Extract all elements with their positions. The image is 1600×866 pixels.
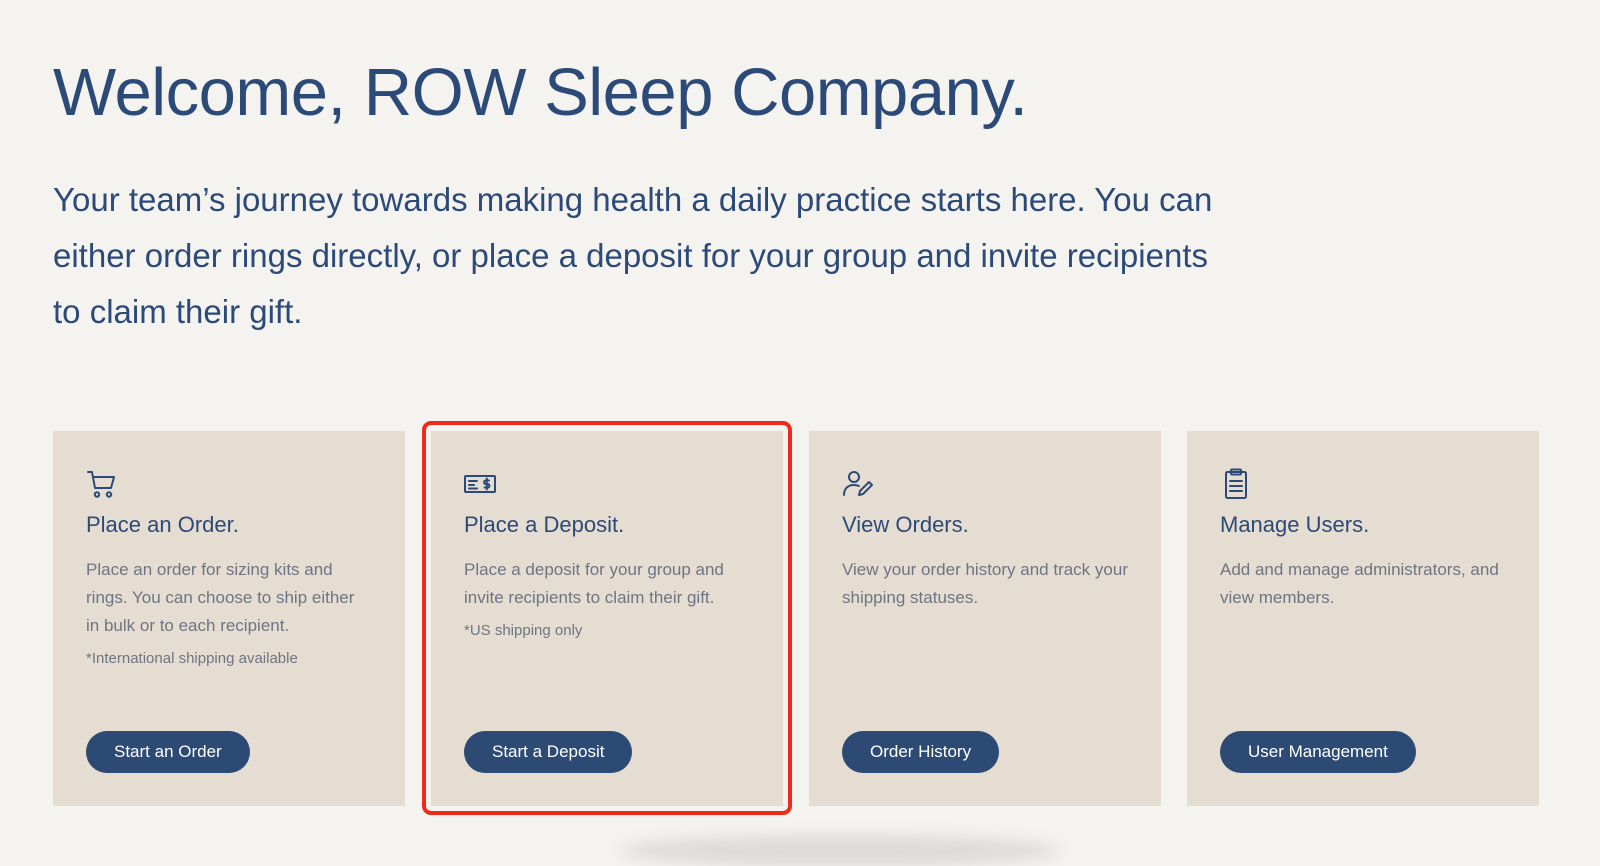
- view-orders-title: View Orders.: [842, 512, 969, 537]
- place-deposit-description: Place a deposit for your group and invit…: [464, 560, 724, 607]
- shopping-cart-icon: [85, 467, 119, 501]
- check-deposit-icon: [463, 467, 497, 501]
- place-order-card: Place an Order. Place an order for sizin…: [53, 431, 405, 806]
- start-order-button[interactable]: Start an Order: [86, 731, 250, 773]
- user-management-button[interactable]: User Management: [1220, 731, 1416, 773]
- place-deposit-card: Place a Deposit. Place a deposit for you…: [422, 421, 792, 815]
- place-order-note: *International shipping available: [86, 650, 298, 667]
- place-deposit-note: *US shipping only: [464, 622, 583, 639]
- manage-users-description: Add and manage administrators, and view …: [1220, 560, 1499, 607]
- view-orders-card: View Orders. View your order history and…: [809, 431, 1161, 806]
- order-history-button[interactable]: Order History: [842, 731, 1000, 773]
- manage-users-card: Manage Users. Add and manage administrat…: [1187, 431, 1539, 806]
- bottom-shadow: [620, 836, 1060, 866]
- place-order-description: Place an order for sizing kits and rings…: [86, 560, 355, 635]
- place-deposit-title: Place a Deposit.: [464, 512, 625, 537]
- page-title: Welcome, ROW Sleep Company.: [53, 55, 1028, 130]
- intro-text: Your team’s journey towards making healt…: [53, 181, 1213, 330]
- start-deposit-button[interactable]: Start a Deposit: [464, 731, 633, 773]
- user-edit-icon: [841, 467, 875, 501]
- view-orders-description: View your order history and track your s…: [842, 560, 1128, 607]
- clipboard-icon: [1219, 467, 1253, 501]
- manage-users-title: Manage Users.: [1220, 512, 1370, 537]
- action-cards: Place an Order. Place an order for sizin…: [53, 421, 1540, 815]
- place-order-title: Place an Order.: [86, 512, 239, 537]
